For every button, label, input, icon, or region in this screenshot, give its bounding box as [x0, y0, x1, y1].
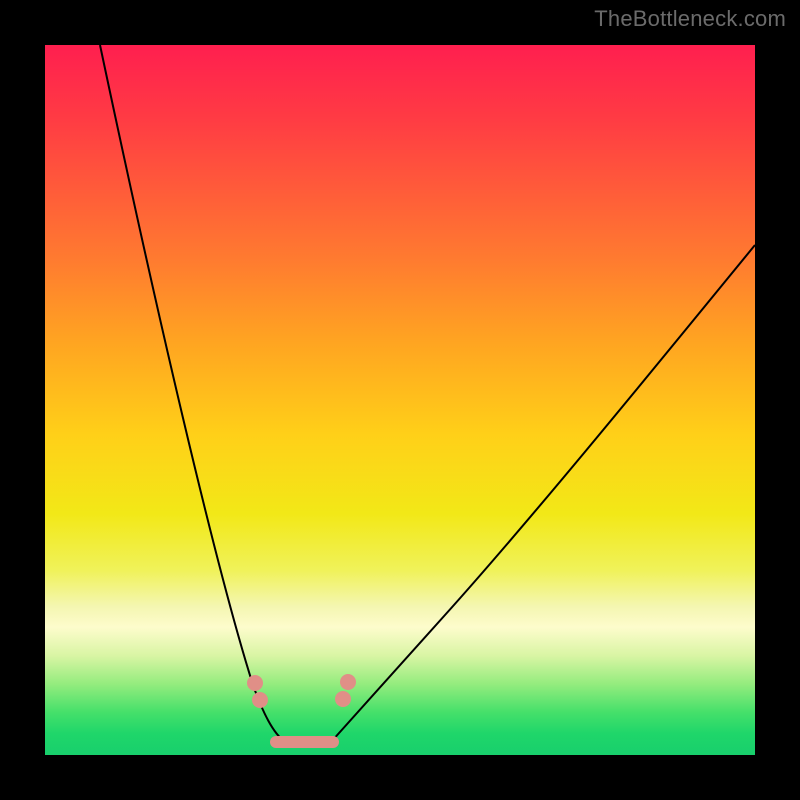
- plot-area: [45, 45, 755, 755]
- marker-dot: [335, 691, 351, 707]
- curves-svg: [45, 45, 755, 755]
- chart-frame: TheBottleneck.com: [0, 0, 800, 800]
- watermark-text: TheBottleneck.com: [594, 6, 786, 32]
- left-curve: [100, 45, 285, 742]
- right-curve: [331, 245, 755, 742]
- marker-dot: [252, 692, 268, 708]
- marker-dot: [247, 675, 263, 691]
- marker-dot: [340, 674, 356, 690]
